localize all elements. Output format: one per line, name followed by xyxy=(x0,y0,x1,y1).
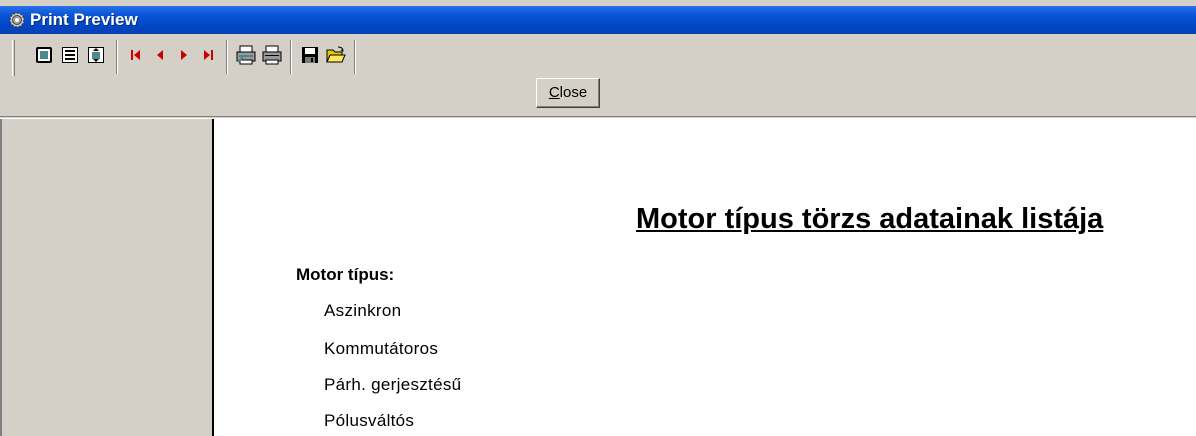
list-item: Kommutátoros xyxy=(324,339,439,358)
one-page-button[interactable] xyxy=(32,42,56,68)
toolbar-separator xyxy=(290,40,292,74)
next-page-icon xyxy=(181,50,187,60)
floppy-disk-icon xyxy=(302,47,318,63)
toolbar-separator xyxy=(116,40,118,74)
first-page-button[interactable] xyxy=(124,42,148,68)
toolbar-separator xyxy=(354,40,356,74)
first-page-icon xyxy=(131,50,140,60)
list-item: Párh. gerjesztésű xyxy=(324,375,462,394)
list-item: Aszinkron xyxy=(324,301,402,320)
print-setup-button[interactable] xyxy=(234,42,258,68)
save-button[interactable] xyxy=(298,42,322,68)
zoom-button[interactable] xyxy=(84,42,108,68)
list-item: Pólusváltós xyxy=(324,411,415,430)
printer-icon xyxy=(262,45,282,65)
close-button[interactable]: Close xyxy=(536,78,600,108)
report-title: Motor típus törzs adatainak listája xyxy=(636,203,1104,235)
gear-icon xyxy=(9,12,25,28)
preview-left-margin xyxy=(0,119,212,436)
print-button[interactable] xyxy=(260,42,284,68)
previous-page-button[interactable] xyxy=(148,42,172,68)
one-page-icon xyxy=(36,47,52,63)
two-pages-button[interactable] xyxy=(58,42,82,68)
next-page-button[interactable] xyxy=(172,42,196,68)
window-title: Print Preview xyxy=(30,10,138,29)
toolbar-grip[interactable] xyxy=(12,40,15,76)
group-label: Motor típus: xyxy=(296,265,395,284)
preview-page[interactable]: Motor típus törzs adatainak listája Moto… xyxy=(212,119,1196,436)
last-page-icon xyxy=(204,50,213,60)
two-pages-icon xyxy=(62,47,78,63)
last-page-button[interactable] xyxy=(196,42,220,68)
close-button-label: Close xyxy=(548,84,588,101)
previous-page-icon xyxy=(157,50,163,60)
open-folder-icon xyxy=(326,46,346,63)
title-bar: Print Preview xyxy=(0,0,1196,34)
printer-setup-icon xyxy=(236,45,256,65)
open-button[interactable] xyxy=(324,42,348,68)
zoom-icon xyxy=(88,47,104,63)
toolbar-separator xyxy=(226,40,228,74)
